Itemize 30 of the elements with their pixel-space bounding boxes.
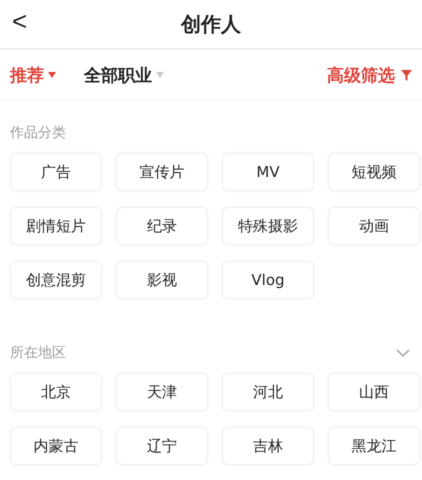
option-chip[interactable]: 内蒙古: [10, 427, 102, 465]
caret-icon: [156, 72, 164, 78]
option-chip[interactable]: 特殊摄影: [222, 207, 314, 245]
sort-dropdown[interactable]: 推荐: [10, 64, 56, 86]
page-title: 创作人: [181, 10, 241, 38]
advanced-filter-button[interactable]: 高级筛选: [327, 64, 412, 86]
back-button[interactable]: <: [12, 6, 28, 37]
option-chip[interactable]: 短视频: [328, 153, 420, 191]
option-chip[interactable]: 剧情短片: [10, 207, 102, 245]
option-chip[interactable]: 宣传片: [116, 153, 208, 191]
filter-icon: [401, 70, 412, 80]
option-chip[interactable]: 影视: [116, 261, 208, 299]
option-chip[interactable]: 山西: [328, 373, 420, 411]
caret-icon: [48, 72, 56, 78]
chevron-down-icon[interactable]: [396, 349, 410, 357]
sort-dropdown[interactable]: 全部职业: [84, 64, 164, 86]
option-chip[interactable]: Vlog: [222, 261, 314, 299]
option-chip[interactable]: MV: [222, 153, 314, 191]
option-chip[interactable]: 辽宁: [116, 427, 208, 465]
option-chip[interactable]: 纪录: [116, 207, 208, 245]
section-title: 所在地区: [10, 344, 66, 362]
option-chip[interactable]: 北京: [10, 373, 102, 411]
option-chip[interactable]: 创意混剪: [10, 261, 102, 299]
option-chip[interactable]: 吉林: [222, 427, 314, 465]
section-title: 作品分类: [10, 124, 66, 142]
option-chip[interactable]: 天津: [116, 373, 208, 411]
option-chip[interactable]: 黑龙江: [328, 427, 420, 465]
option-chip[interactable]: 河北: [222, 373, 314, 411]
option-chip[interactable]: 动画: [328, 207, 420, 245]
option-chip[interactable]: 广告: [10, 153, 102, 191]
